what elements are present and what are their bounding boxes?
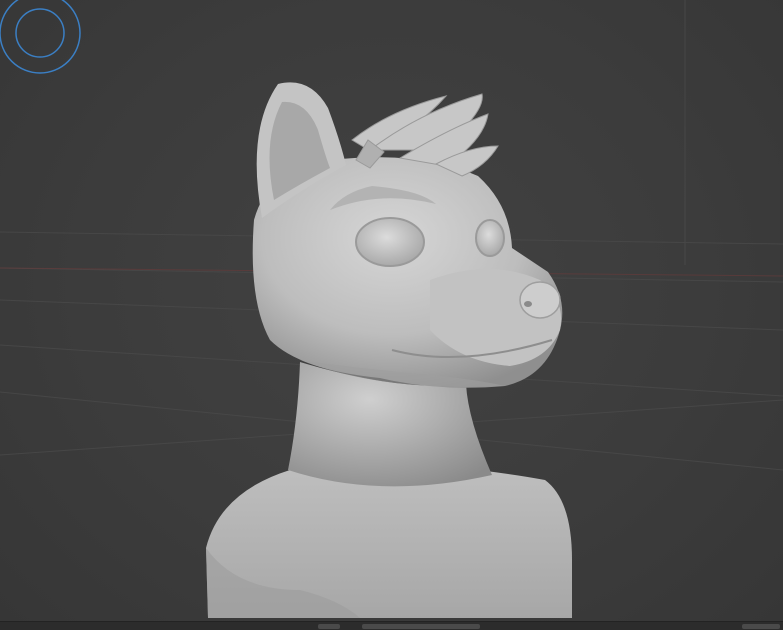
status-bar: [0, 621, 783, 630]
status-bar-segment: [362, 624, 480, 629]
model-eye-right: [475, 219, 505, 257]
brush-circle-icon[interactable]: [0, 0, 81, 74]
viewport-scene[interactable]: [0, 0, 783, 630]
sculpt-model[interactable]: [206, 82, 572, 618]
status-bar-segment: [742, 624, 780, 629]
model-nose: [519, 281, 561, 319]
model-eye-left: [355, 217, 425, 267]
status-bar-segment: [318, 624, 340, 629]
3d-viewport[interactable]: [0, 0, 783, 630]
